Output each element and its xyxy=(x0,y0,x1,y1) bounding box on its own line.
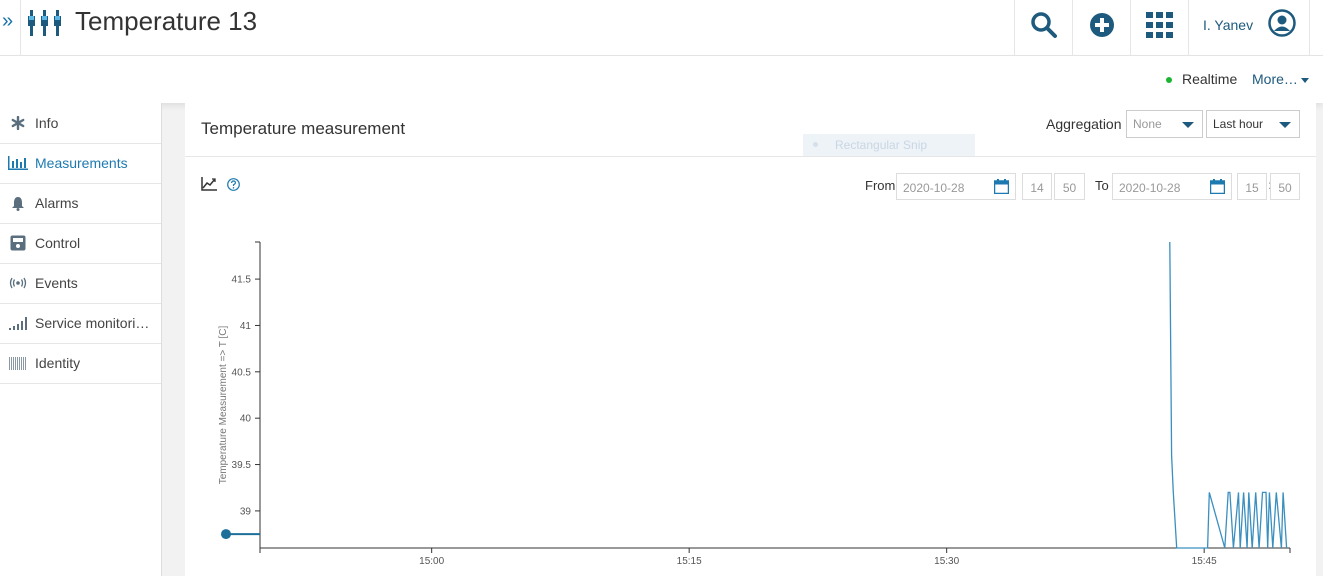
help-icon xyxy=(227,178,240,195)
top-header: » Temperature 13 I. Yanev xyxy=(0,0,1323,56)
measurement-chart[interactable]: Temperature Measurement => T [C] 39 39.5 4… xyxy=(185,225,1316,576)
y-tick-label: 39.5 xyxy=(232,460,252,471)
sidebar-item-label: Measurements xyxy=(35,155,128,171)
realtime-toggle[interactable]: Realtime xyxy=(1182,71,1237,87)
sidebar-item-identity[interactable]: Identity xyxy=(0,343,161,384)
y-axis-label: Temperature Measurement => T [C] xyxy=(218,325,229,484)
header-divider xyxy=(20,0,21,55)
barcode-icon xyxy=(7,355,29,371)
x-tick-label: 15:30 xyxy=(934,556,959,567)
add-button[interactable] xyxy=(1072,0,1131,55)
y-tick-label: 40 xyxy=(240,414,252,425)
to-hour-value: 15 xyxy=(1245,181,1259,195)
sidebar-item-info[interactable]: Info xyxy=(0,103,161,144)
from-label: From xyxy=(865,178,896,193)
search-button[interactable] xyxy=(1014,0,1073,55)
chevron-down-icon xyxy=(1279,122,1291,128)
page-title: Temperature 13 xyxy=(75,6,258,36)
sidebar-item-events[interactable]: Events xyxy=(0,263,161,304)
broadcast-icon xyxy=(7,275,29,291)
aggregation-label: Aggregation xyxy=(1046,116,1122,132)
card-title: Temperature measurement xyxy=(201,119,406,138)
action-bar: Realtime More… xyxy=(0,56,1323,103)
user-name: I. Yanev xyxy=(1203,17,1254,33)
from-minute-value: 50 xyxy=(1062,181,1077,195)
calendar-icon[interactable] xyxy=(1209,179,1226,197)
y-tick-label: 40.5 xyxy=(232,367,252,378)
user-menu-button[interactable]: I. Yanev xyxy=(1188,0,1310,55)
time-range-select[interactable]: Last hour xyxy=(1206,110,1300,138)
from-date-value: 2020-10-28 xyxy=(903,181,965,195)
aggregation-select[interactable]: None xyxy=(1126,110,1203,138)
card-divider xyxy=(185,156,1316,157)
y-tick-label: 39 xyxy=(240,506,252,517)
to-date-value: 2020-10-28 xyxy=(1119,181,1181,195)
x-tick-label: 15:45 xyxy=(1192,556,1217,567)
sidebar-item-label: Control xyxy=(35,235,81,251)
x-tick-label: 15:15 xyxy=(677,556,702,567)
to-minute-input[interactable]: 50 xyxy=(1270,173,1300,200)
sidebar-item-label: Info xyxy=(35,115,59,131)
from-date-input[interactable]: 2020-10-28 xyxy=(896,173,1016,200)
from-minute-input[interactable]: 50 xyxy=(1054,173,1085,200)
sidebar-item-label: Identity xyxy=(35,355,81,371)
range-handle[interactable] xyxy=(221,529,231,540)
more-menu[interactable]: More… xyxy=(1252,71,1309,87)
plus-circle-icon xyxy=(1089,12,1115,43)
aggregation-value: None xyxy=(1133,117,1162,131)
search-icon xyxy=(1030,11,1058,44)
y-tick-label: 41.5 xyxy=(232,275,252,286)
signal-icon xyxy=(7,315,29,331)
chart-type-button[interactable] xyxy=(201,177,217,196)
sidebar-item-measurements[interactable]: Measurements xyxy=(0,143,161,184)
snip-dot xyxy=(813,142,818,147)
asterisk-icon xyxy=(7,115,29,131)
snip-label: Rectangular Snip xyxy=(835,138,928,152)
bar-chart-icon xyxy=(7,155,29,171)
sidebar-item-alarms[interactable]: Alarms xyxy=(0,183,161,224)
y-tick-label: 41 xyxy=(240,321,252,332)
app-switcher-button[interactable] xyxy=(1130,0,1189,55)
rectangular-snip-overlay: Rectangular Snip xyxy=(803,134,975,156)
to-minute-value: 50 xyxy=(1278,181,1292,195)
expand-sidebar-button[interactable]: » xyxy=(2,10,18,33)
sidebar-item-control[interactable]: Control xyxy=(0,223,161,264)
user-icon xyxy=(1268,9,1296,42)
time-range-value: Last hour xyxy=(1213,117,1264,131)
sidebar-item-label: Service monitori… xyxy=(35,315,150,331)
chevron-down-icon xyxy=(1300,77,1309,83)
to-hour-input[interactable]: 15 xyxy=(1237,173,1267,200)
x-tick-label: 15:00 xyxy=(419,556,444,567)
help-button[interactable] xyxy=(227,178,240,196)
bell-icon xyxy=(7,195,29,211)
device-icon xyxy=(28,8,62,38)
from-hour-value: 14 xyxy=(1030,181,1044,195)
sidebar-item-service-monitoring[interactable]: Service monitori… xyxy=(0,303,161,344)
to-date-input[interactable]: 2020-10-28 xyxy=(1112,173,1232,200)
control-icon xyxy=(7,235,29,251)
more-label: More… xyxy=(1252,71,1298,87)
series-line xyxy=(1169,241,1288,549)
sidebar-item-label: Alarms xyxy=(35,195,79,211)
sidebar-item-label: Events xyxy=(35,275,78,291)
from-hour-input[interactable]: 14 xyxy=(1022,173,1052,200)
device-sidebar: Info Measurements Alarms Control Events … xyxy=(0,103,162,576)
realtime-status-dot xyxy=(1166,77,1172,83)
calendar-icon[interactable] xyxy=(993,179,1010,197)
line-chart-icon xyxy=(201,177,217,195)
to-label: To xyxy=(1095,178,1109,193)
grid-icon xyxy=(1146,12,1174,43)
chevron-down-icon xyxy=(1182,122,1194,128)
